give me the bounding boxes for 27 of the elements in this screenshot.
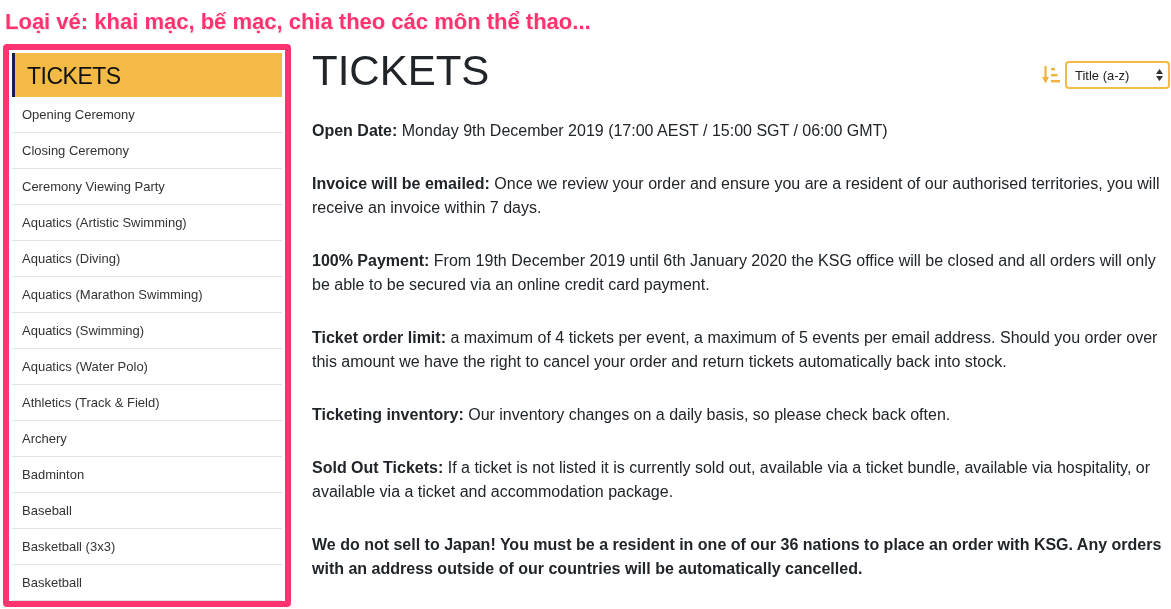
sidebar-item[interactable]: Basketball — [12, 565, 282, 601]
sidebar-item[interactable]: Opening Ceremony — [12, 97, 282, 133]
paragraph-text: Invoice will be emailed: Once we review your order and ensure you are a resident of our authorised territories, you will receive an invoice within 7 days. — [312, 174, 1161, 218]
sidebar-item[interactable]: Athletics (Track & Field) — [12, 385, 282, 421]
page-title: TICKETS — [312, 46, 490, 96]
sidebar-item[interactable]: Closing Ceremony — [12, 133, 282, 169]
sidebar-item[interactable]: Aquatics (Marathon Swimming) — [12, 277, 282, 313]
annotation-caption: Loại vé: khai mạc, bế mạc, chia theo các môn thể thao... — [4, 8, 591, 36]
paragraph-text: 100% Payment: From 19th December 2019 until 6th January 2020 the KSG office will be closed and all orders will only be able to be secured via an online credit card payment. — [312, 251, 1157, 295]
sort-select[interactable]: Title (a-z) — [1065, 61, 1170, 89]
sidebar-item[interactable]: Aquatics (Water Polo) — [12, 349, 282, 385]
sort-icon[interactable] — [1042, 66, 1060, 84]
paragraph-text: We do not sell to Japan! You must be a resident in one of our 36 nations to place an order with KSG. Any orders with an address outside of our countries will be automatically cancelled. — [312, 535, 1163, 579]
paragraph-text: Ticket order limit: a maximum of 4 tickets per event, a maximum of 5 events per email address. Should you order over this amount we have the right to cancel your order and return tickets automatically back into stock. — [312, 328, 1159, 372]
sidebar-item[interactable]: Aquatics (Diving) — [12, 241, 282, 277]
sidebar-item[interactable]: Archery — [12, 421, 282, 457]
sidebar-item[interactable]: Baseball — [12, 493, 282, 529]
paragraph-text: Sold Out Tickets: If a ticket is not listed it is currently sold out, available via a ticket bundle, available via hospitality, or available via a ticket and accommodation package. — [312, 458, 1151, 502]
updown-caret-icon — [1156, 69, 1163, 81]
sidebar-item[interactable]: Aquatics (Swimming) — [12, 313, 282, 349]
sidebar-item[interactable]: Basketball (3x3) — [12, 529, 282, 565]
sidebar-item[interactable]: Badminton — [12, 457, 282, 493]
paragraph-text: Ticketing inventory: Our inventory changes on a daily basis, so please check back often. — [312, 405, 952, 425]
paragraph-text: Open Date: Monday 9th December 2019 (17:00 AEST / 15:00 SGT / 06:00 GMT) — [312, 121, 889, 141]
sidebar-header: TICKETS — [12, 53, 282, 97]
sidebar-item[interactable]: Aquatics (Artistic Swimming) — [12, 205, 282, 241]
sidebar-item[interactable]: Ceremony Viewing Party — [12, 169, 282, 205]
